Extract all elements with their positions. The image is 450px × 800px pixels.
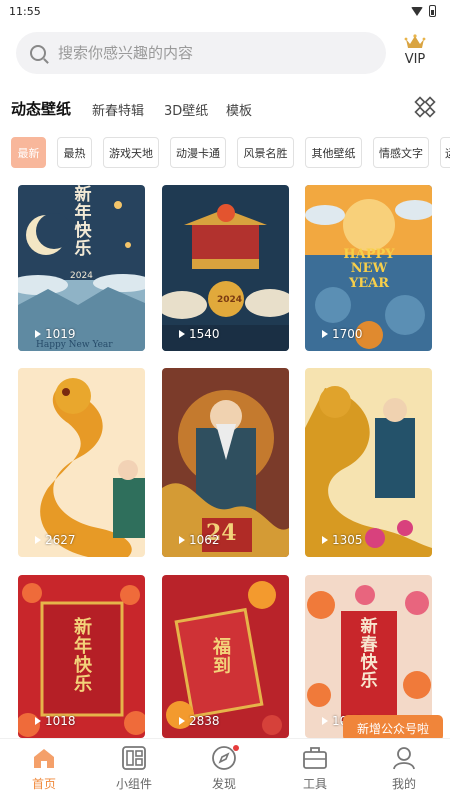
wallpaper-card[interactable]: HAPPY NEW YEAR 1700 (305, 185, 432, 351)
widget-icon (122, 746, 146, 770)
wallpaper-image (18, 368, 145, 557)
play-icon (322, 717, 328, 725)
profile-icon (393, 747, 415, 770)
nav-profile[interactable]: 我的 (372, 745, 436, 792)
card-title-text: HAPPY NEW YEAR (343, 247, 395, 291)
play-icon (35, 717, 41, 725)
card-title-text: 新春快乐 (360, 617, 378, 691)
home-icon (34, 749, 54, 768)
play-icon (179, 536, 185, 544)
wallpaper-card[interactable]: 新年快乐 2024 Happy New Year 1019 (18, 185, 145, 351)
status-icons (411, 5, 436, 17)
wallpaper-card[interactable]: 24 1062 (162, 368, 289, 557)
chip-other[interactable]: 其他壁纸 (305, 137, 362, 168)
category-tabs: 动态壁纸 新春特辑 3D壁纸 模板 (0, 96, 450, 122)
card-year-text: 2024 (217, 295, 243, 305)
play-icon (179, 330, 185, 338)
tab-template[interactable]: 模板 (226, 100, 252, 119)
status-bar: 11:55 (0, 0, 450, 22)
tab-3d-wallpaper[interactable]: 3D壁纸 (164, 100, 208, 119)
chip-latest[interactable]: 最新 (11, 137, 46, 168)
nav-home[interactable]: 首页 (12, 745, 76, 792)
view-count: 2627 (35, 533, 76, 547)
wallpaper-card[interactable]: 福到 2838 (162, 575, 289, 738)
card-year-text: 2024 (70, 271, 93, 281)
wifi-icon (411, 6, 423, 16)
toolbox-icon (303, 747, 327, 769)
nav-discover[interactable]: 发现 (192, 745, 256, 792)
status-time: 11:55 (9, 4, 41, 18)
tab-spring-special[interactable]: 新春特辑 (92, 100, 144, 119)
chip-games[interactable]: 游戏天地 (103, 137, 159, 168)
view-count: 1018 (35, 714, 76, 728)
chip-emotion-text[interactable]: 情感文字 (373, 137, 429, 168)
view-count: 2838 (179, 714, 220, 728)
search-input[interactable] (58, 44, 328, 62)
wallpaper-card[interactable]: 1305 (305, 368, 432, 557)
wallpaper-card[interactable]: 2024 1540 (162, 185, 289, 351)
card-footer-text: Happy New Year (36, 340, 113, 350)
search-icon (30, 45, 46, 61)
vip-label: VIP (404, 52, 426, 67)
notification-dot (233, 745, 239, 751)
play-icon (322, 536, 328, 544)
view-count: 1305 (322, 533, 363, 547)
bottom-nav: 首页 小组件 发现 工具 我的 (0, 738, 450, 800)
play-icon (35, 330, 41, 338)
nav-home-label: 首页 (31, 777, 56, 791)
play-icon (35, 536, 41, 544)
vip-button[interactable]: VIP (398, 34, 432, 67)
nav-widgets[interactable]: 小组件 (102, 745, 166, 792)
play-icon (179, 717, 185, 725)
wallpaper-card[interactable]: 2627 (18, 368, 145, 557)
wallpaper-image (305, 368, 432, 557)
play-icon (322, 330, 328, 338)
view-count: 1019 (35, 327, 76, 341)
tab-dynamic-wallpaper[interactable]: 动态壁纸 (11, 98, 71, 119)
nav-tools[interactable]: 工具 (283, 745, 347, 792)
wallpaper-card[interactable]: 新春快乐 1055 (305, 575, 432, 738)
crown-icon (404, 34, 426, 48)
search-bar-row: VIP (0, 32, 450, 74)
nav-profile-label: 我的 (391, 777, 416, 791)
wallpaper-card[interactable]: 新年快乐 1018 (18, 575, 145, 738)
chip-hottest[interactable]: 最热 (57, 137, 92, 168)
chip-more[interactable]: 运 (440, 137, 450, 168)
nav-tools-label: 工具 (302, 777, 327, 791)
view-count: 1540 (179, 327, 220, 341)
card-title-text: 新年快乐 (74, 185, 92, 259)
battery-icon (429, 5, 436, 17)
search-box[interactable] (16, 32, 386, 74)
nav-discover-label: 发现 (211, 777, 236, 791)
nav-widgets-label: 小组件 (115, 777, 152, 791)
chip-scenery[interactable]: 风景名胜 (237, 137, 294, 168)
chip-anime[interactable]: 动漫卡通 (170, 137, 226, 168)
layout-grid-icon[interactable] (414, 96, 436, 118)
view-count: 1700 (322, 327, 363, 341)
card-title-text: 福到 (213, 637, 231, 677)
filter-chip-row: 最新 最热 游戏天地 动漫卡通 风景名胜 其他壁纸 情感文字 运 (0, 137, 450, 169)
card-title-text: 新年快乐 (74, 617, 92, 695)
view-count: 1062 (179, 533, 220, 547)
